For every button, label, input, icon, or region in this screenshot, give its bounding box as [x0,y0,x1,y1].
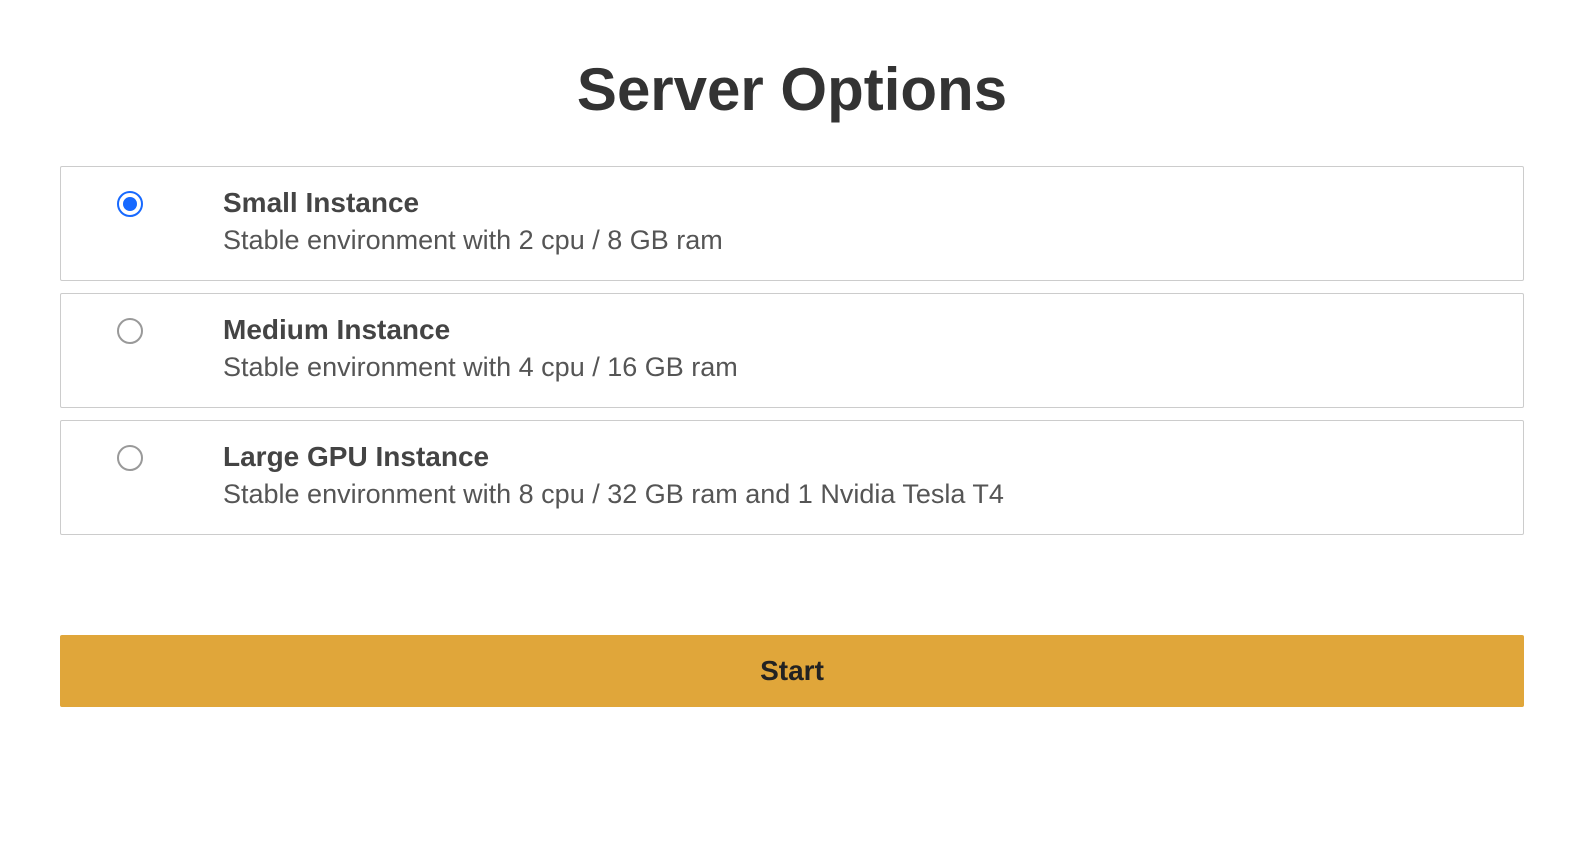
option-text: Medium Instance Stable environment with … [223,314,738,383]
option-title: Medium Instance [223,314,738,346]
page-title: Server Options [60,55,1524,124]
option-description: Stable environment with 2 cpu / 8 GB ram [223,225,723,256]
option-text: Large GPU Instance Stable environment wi… [223,441,1004,510]
option-text: Small Instance Stable environment with 2… [223,187,723,256]
radio-icon[interactable] [117,191,143,217]
option-title: Large GPU Instance [223,441,1004,473]
option-title: Small Instance [223,187,723,219]
server-option-medium[interactable]: Medium Instance Stable environment with … [60,293,1524,408]
option-description: Stable environment with 4 cpu / 16 GB ra… [223,352,738,383]
radio-icon[interactable] [117,445,143,471]
server-option-large-gpu[interactable]: Large GPU Instance Stable environment wi… [60,420,1524,535]
server-option-small[interactable]: Small Instance Stable environment with 2… [60,166,1524,281]
server-options-list: Small Instance Stable environment with 2… [60,166,1524,535]
start-button[interactable]: Start [60,635,1524,707]
radio-icon[interactable] [117,318,143,344]
option-description: Stable environment with 8 cpu / 32 GB ra… [223,479,1004,510]
